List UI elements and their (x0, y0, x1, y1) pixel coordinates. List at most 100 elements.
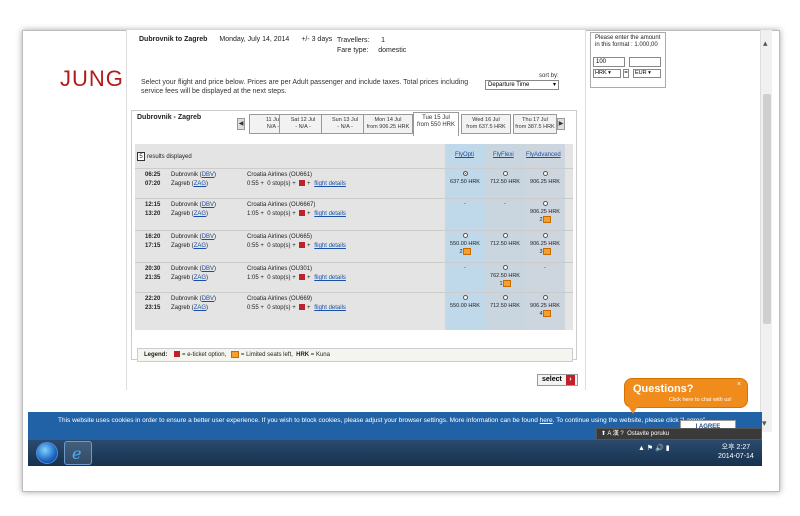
flight-row: 12:15 13:20 Dubrovnik (DBV) Zagreb (ZAG) Cro… (135, 198, 573, 228)
date-tab[interactable]: Sat 12 Jul - N/A - (279, 114, 327, 134)
date-price: from 550 HRK (416, 122, 455, 128)
flight-duration: 1:05 (247, 275, 259, 281)
fare-radio[interactable] (502, 295, 508, 300)
system-tray-icons[interactable]: ▲ ⚑ 🔊 ▮ (638, 444, 670, 452)
fare-price: 637.50 HRK (450, 179, 480, 185)
clock-time: 오후 2:27 (721, 444, 751, 451)
limited-seats-icon (462, 248, 471, 255)
origin-code-link[interactable]: DBV (202, 296, 214, 302)
flight-row: 06:25 07:20 Dubrovnik (DBV) Zagreb (ZAG) Cro… (135, 168, 573, 198)
flight-details-link[interactable]: flight details (314, 211, 346, 217)
fare-radio[interactable] (502, 233, 508, 238)
fare-cell-flexi: 712.50 HRK (485, 295, 525, 310)
fare-cell-advanced: 906.25 HRK 4 (525, 295, 565, 318)
scroll-thumb[interactable] (763, 94, 771, 324)
origin-code-link[interactable]: DBV (202, 202, 214, 208)
date-price: - N/A - (337, 124, 353, 130)
fare-radio[interactable] (462, 171, 468, 176)
fare-radio[interactable] (542, 201, 548, 206)
scroll-down-icon[interactable]: ▾ (762, 418, 767, 429)
fare-cell-opti: - (445, 265, 485, 272)
destination-code-link[interactable]: ZAG (194, 243, 206, 249)
travellers-value: 1 (381, 37, 385, 44)
date-tab[interactable]: Mon 14 Jul from 906.25 HRK (363, 114, 413, 134)
sort-value: Departure Time (488, 82, 530, 88)
flight-places: Dubrovnik (DBV) Zagreb (ZAG) (171, 172, 217, 187)
scroll-up-icon[interactable]: ▴ (763, 38, 768, 49)
chat-widget[interactable]: Questions? Click here to chat with us! × (624, 378, 748, 408)
date-label: Wed 16 Jul (472, 117, 500, 123)
fare-cell-advanced: 906.25 HRK (525, 171, 565, 186)
fare-cell-flexi: 712.50 HRK (485, 171, 525, 186)
fare-radio[interactable] (542, 233, 548, 238)
limited-seats-icon (502, 280, 511, 287)
language-bar[interactable]: ⬆ A 漢 ? Ostavite poruku (596, 428, 762, 440)
flight-carrier: Croatia Airlines (OU665) 0:55 + 0 stop(s)… (247, 234, 346, 249)
sort-select[interactable]: Departure Time ▾ (485, 80, 559, 90)
chat-close-icon[interactable]: × (737, 381, 741, 388)
column-header-flyflexi[interactable]: FlyFlexi (493, 152, 514, 158)
fare-price: - (464, 201, 466, 207)
flight-places: Dubrovnik (DBV) Zagreb (ZAG) (171, 296, 217, 311)
page-scrollbar[interactable]: ▴ ▾ (760, 30, 772, 432)
results-count: 5 results displayed (137, 152, 192, 161)
flight-places: Dubrovnik (DBV) Zagreb (ZAG) (171, 234, 217, 249)
limited-seats-icon (542, 216, 551, 223)
amount-input[interactable]: 100 (593, 57, 625, 67)
eticket-icon (174, 351, 181, 358)
to-currency-select[interactable]: EUR ▾ (633, 69, 661, 78)
taskbar-clock[interactable]: 오후 2:27 2014-07-14 (718, 443, 754, 461)
origin-city: Dubrovnik (171, 202, 199, 208)
select-button[interactable]: select › (537, 374, 578, 386)
date-tab[interactable]: Thu 17 Jul from 387.5 HRK (513, 114, 557, 134)
flight-details-link[interactable]: flight details (314, 181, 346, 187)
destination-city: Zagreb (171, 305, 191, 311)
origin-code-link[interactable]: DBV (202, 172, 214, 178)
fare-cell-flexi: 712.50 HRK (485, 233, 525, 248)
fare-cell-opti: - (445, 201, 485, 208)
date-tab-selected[interactable]: Tue 15 Jul from 550 HRK (413, 112, 459, 136)
destination-code-link[interactable]: ZAG (194, 275, 206, 281)
fare-radio[interactable] (462, 295, 468, 300)
destination-code-link[interactable]: ZAG (194, 211, 206, 217)
legend-eticket: = e-ticket option, (182, 352, 227, 358)
from-currency-select[interactable]: HRK ▾ (593, 69, 621, 78)
trip-meta: Travellers: 1 Fare type: domestic (337, 36, 406, 56)
arrival-time: 23:15 (145, 305, 161, 311)
column-header-flyopti[interactable]: FlyOpti (455, 152, 474, 158)
internet-explorer-taskbar-button[interactable]: e (64, 441, 92, 465)
result-input[interactable] (629, 57, 661, 67)
destination-city: Zagreb (171, 181, 191, 187)
column-header-flyadvanced[interactable]: FlyAdvanced (526, 152, 561, 158)
origin-code-link[interactable]: DBV (202, 266, 214, 272)
date-tab[interactable]: Sun 13 Jul - N/A - (321, 114, 369, 134)
results-count-label: results displayed (147, 154, 192, 160)
cookie-more-link[interactable]: here (540, 417, 553, 424)
fare-radio[interactable] (542, 295, 548, 300)
fare-radio[interactable] (462, 233, 468, 238)
date-price: from 387.5 HRK (515, 124, 555, 130)
date-label: Thu 17 Jul (522, 117, 548, 123)
fare-radio[interactable] (502, 171, 508, 176)
brand-logo: JUNG (60, 66, 124, 91)
origin-code-link[interactable]: DBV (202, 234, 214, 240)
prev-dates-button[interactable]: ◀ (237, 118, 245, 130)
flight-details-link[interactable]: flight details (314, 243, 346, 249)
destination-code-link[interactable]: ZAG (194, 181, 206, 187)
fare-cell-advanced: 906.25 HRK 2 (525, 201, 565, 224)
fare-radio[interactable] (542, 171, 548, 176)
flight-stops: 0 stop(s) (267, 305, 291, 311)
flight-details-link[interactable]: flight details (314, 305, 346, 311)
origin-city: Dubrovnik (171, 234, 199, 240)
flight-details-link[interactable]: flight details (314, 275, 346, 281)
destination-code-link[interactable]: ZAG (194, 305, 206, 311)
fare-radio[interactable] (502, 265, 508, 270)
start-button[interactable] (36, 442, 58, 464)
fare-cell-advanced: - (525, 265, 565, 272)
fare-price: 906.25 HRK (530, 303, 560, 309)
taskbar: e ▲ ⚑ 🔊 ▮ 오후 2:27 2014-07-14 (28, 440, 762, 466)
date-tab[interactable]: Wed 16 Jul from 637.5 HRK (461, 114, 511, 134)
language-bar-label: Ostavite poruku (627, 431, 670, 437)
destination-city: Zagreb (171, 243, 191, 249)
next-dates-button[interactable]: ▶ (557, 118, 565, 130)
